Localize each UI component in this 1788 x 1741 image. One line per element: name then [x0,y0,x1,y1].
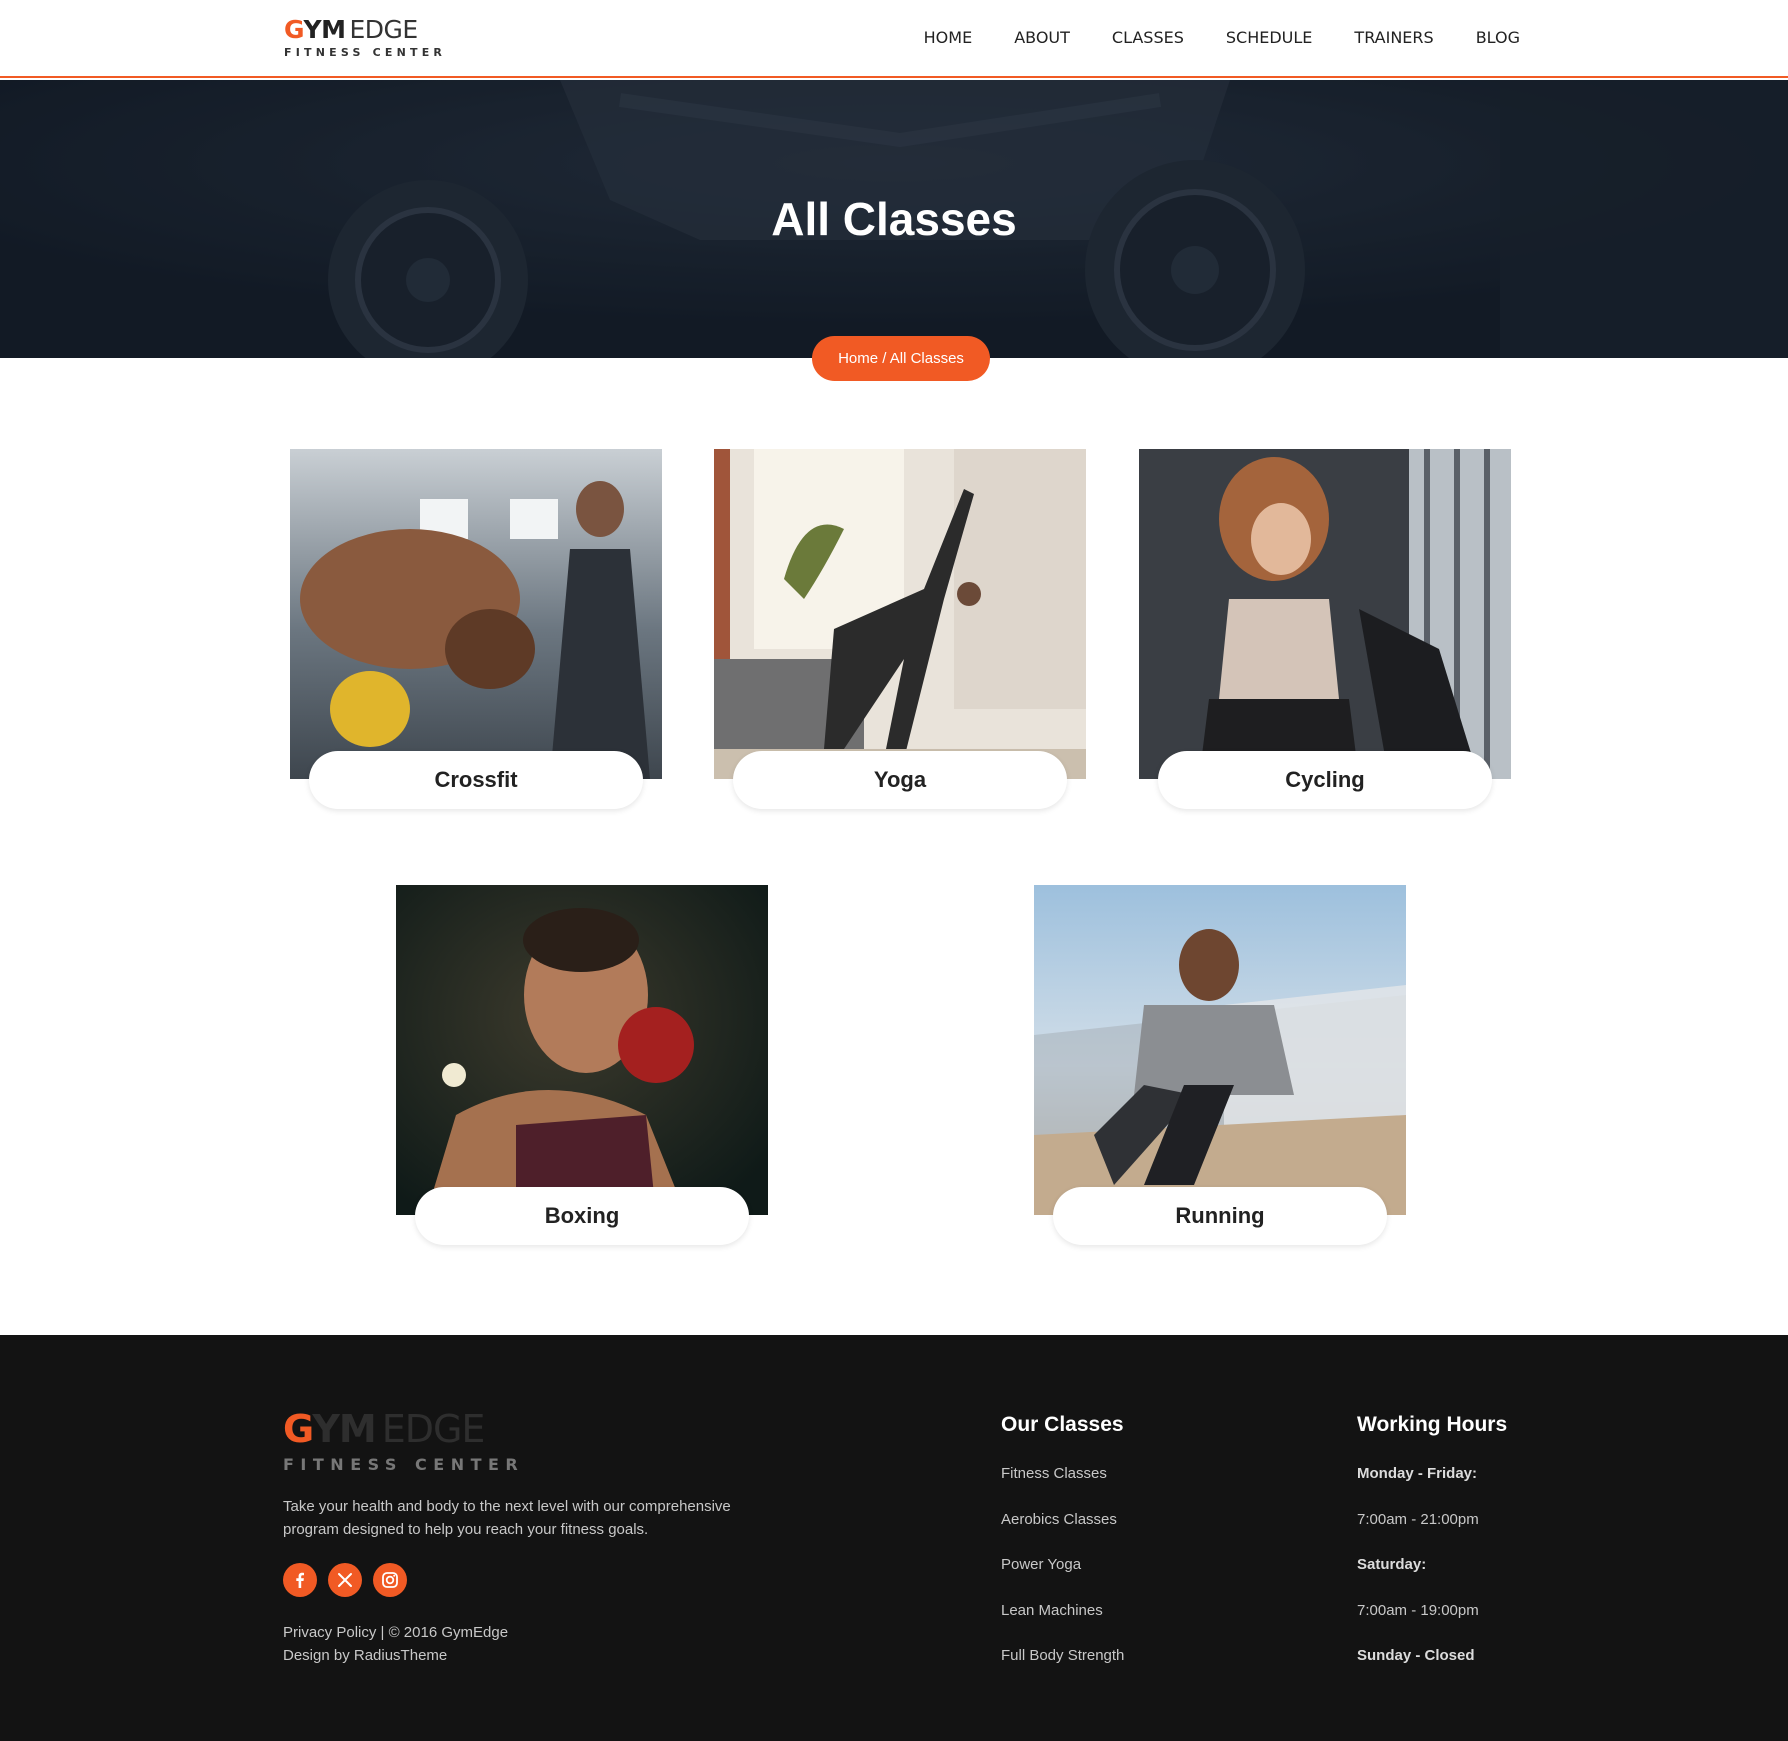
privacy-copyright-text[interactable]: Privacy Policy | © 2016 GymEdge [283,1621,508,1644]
footer-logo-wordmark: GYM EDGE [283,1407,485,1451]
class-card-running[interactable]: Running [1034,885,1406,1245]
class-title[interactable]: Running [1053,1187,1387,1245]
site-footer: GYM EDGE FITNESS CENTER Take your health … [0,1335,1788,1741]
footer-logo-subtitle: FITNESS CENTER [283,1455,525,1474]
class-title[interactable]: Yoga [733,751,1067,809]
cycling-image[interactable] [1139,449,1511,779]
logo-subtitle: FITNESS CENTER [284,46,447,59]
our-classes-title: Our Classes [1001,1413,1124,1436]
hours-saturday-label: Saturday: [1357,1556,1427,1573]
class-title[interactable]: Boxing [415,1187,749,1245]
hours-sunday: Sunday - Closed [1357,1647,1475,1664]
hours-saturday-time: 7:00am - 19:00pm [1357,1601,1479,1619]
footer-link-full-body-strength[interactable]: Full Body Strength [1001,1647,1124,1693]
footer-link-aerobics-classes[interactable]: Aerobics Classes [1001,1511,1124,1557]
footer-link-fitness-classes[interactable]: Fitness Classes [1001,1465,1124,1511]
nav-classes[interactable]: CLASSES [1112,28,1184,47]
nav-home[interactable]: HOME [924,28,973,47]
footer-link-power-yoga[interactable]: Power Yoga [1001,1556,1124,1602]
class-card-yoga[interactable]: Yoga [714,449,1086,809]
facebook-icon[interactable] [283,1563,317,1597]
our-classes-list: Fitness Classes Aerobics Classes Power Y… [1001,1465,1124,1693]
class-title[interactable]: Crossfit [309,751,643,809]
nav-trainers[interactable]: TRAINERS [1354,28,1433,47]
footer-link-lean-machines[interactable]: Lean Machines [1001,1602,1124,1648]
nav-blog[interactable]: BLOG [1476,28,1520,47]
site-header: GYM EDGE FITNESS CENTER HOME ABOUT CLASSE… [0,0,1788,78]
class-title[interactable]: Cycling [1158,751,1492,809]
footer-description: Take your health and body to the next le… [283,1498,731,1538]
page-banner: All Classes [0,80,1788,358]
social-links [283,1563,407,1597]
yoga-image[interactable] [714,449,1086,779]
crossfit-image[interactable] [290,449,662,779]
running-image[interactable] [1034,885,1406,1215]
design-credit[interactable]: Design by RadiusTheme [283,1644,508,1667]
site-logo[interactable]: GYM EDGE FITNESS CENTER [284,15,447,60]
instagram-icon[interactable] [373,1563,407,1597]
main-nav: HOME ABOUT CLASSES SCHEDULE TRAINERS BLO… [882,28,1520,47]
page-title: All Classes [771,193,1017,245]
logo-wordmark: GYM EDGE [284,15,418,44]
nav-schedule[interactable]: SCHEDULE [1226,28,1313,47]
footer-logo[interactable]: GYM EDGE FITNESS CENTER [283,1409,524,1474]
class-card-crossfit[interactable]: Crossfit [290,449,662,809]
working-hours-list: Monday - Friday: 7:00am - 21:00pm Saturd… [1357,1465,1479,1693]
boxing-image[interactable] [396,885,768,1215]
working-hours-title: Working Hours [1357,1413,1508,1436]
x-icon[interactable] [328,1563,362,1597]
nav-about[interactable]: ABOUT [1014,28,1070,47]
hours-weekday-time: 7:00am - 21:00pm [1357,1510,1479,1528]
breadcrumb[interactable]: Home / All Classes [812,336,990,381]
class-card-boxing[interactable]: Boxing [396,885,768,1245]
footer-copyright: Privacy Policy | © 2016 GymEdge Design b… [283,1621,508,1667]
class-card-cycling[interactable]: Cycling [1139,449,1511,809]
hours-weekday-label: Monday - Friday: [1357,1465,1478,1482]
